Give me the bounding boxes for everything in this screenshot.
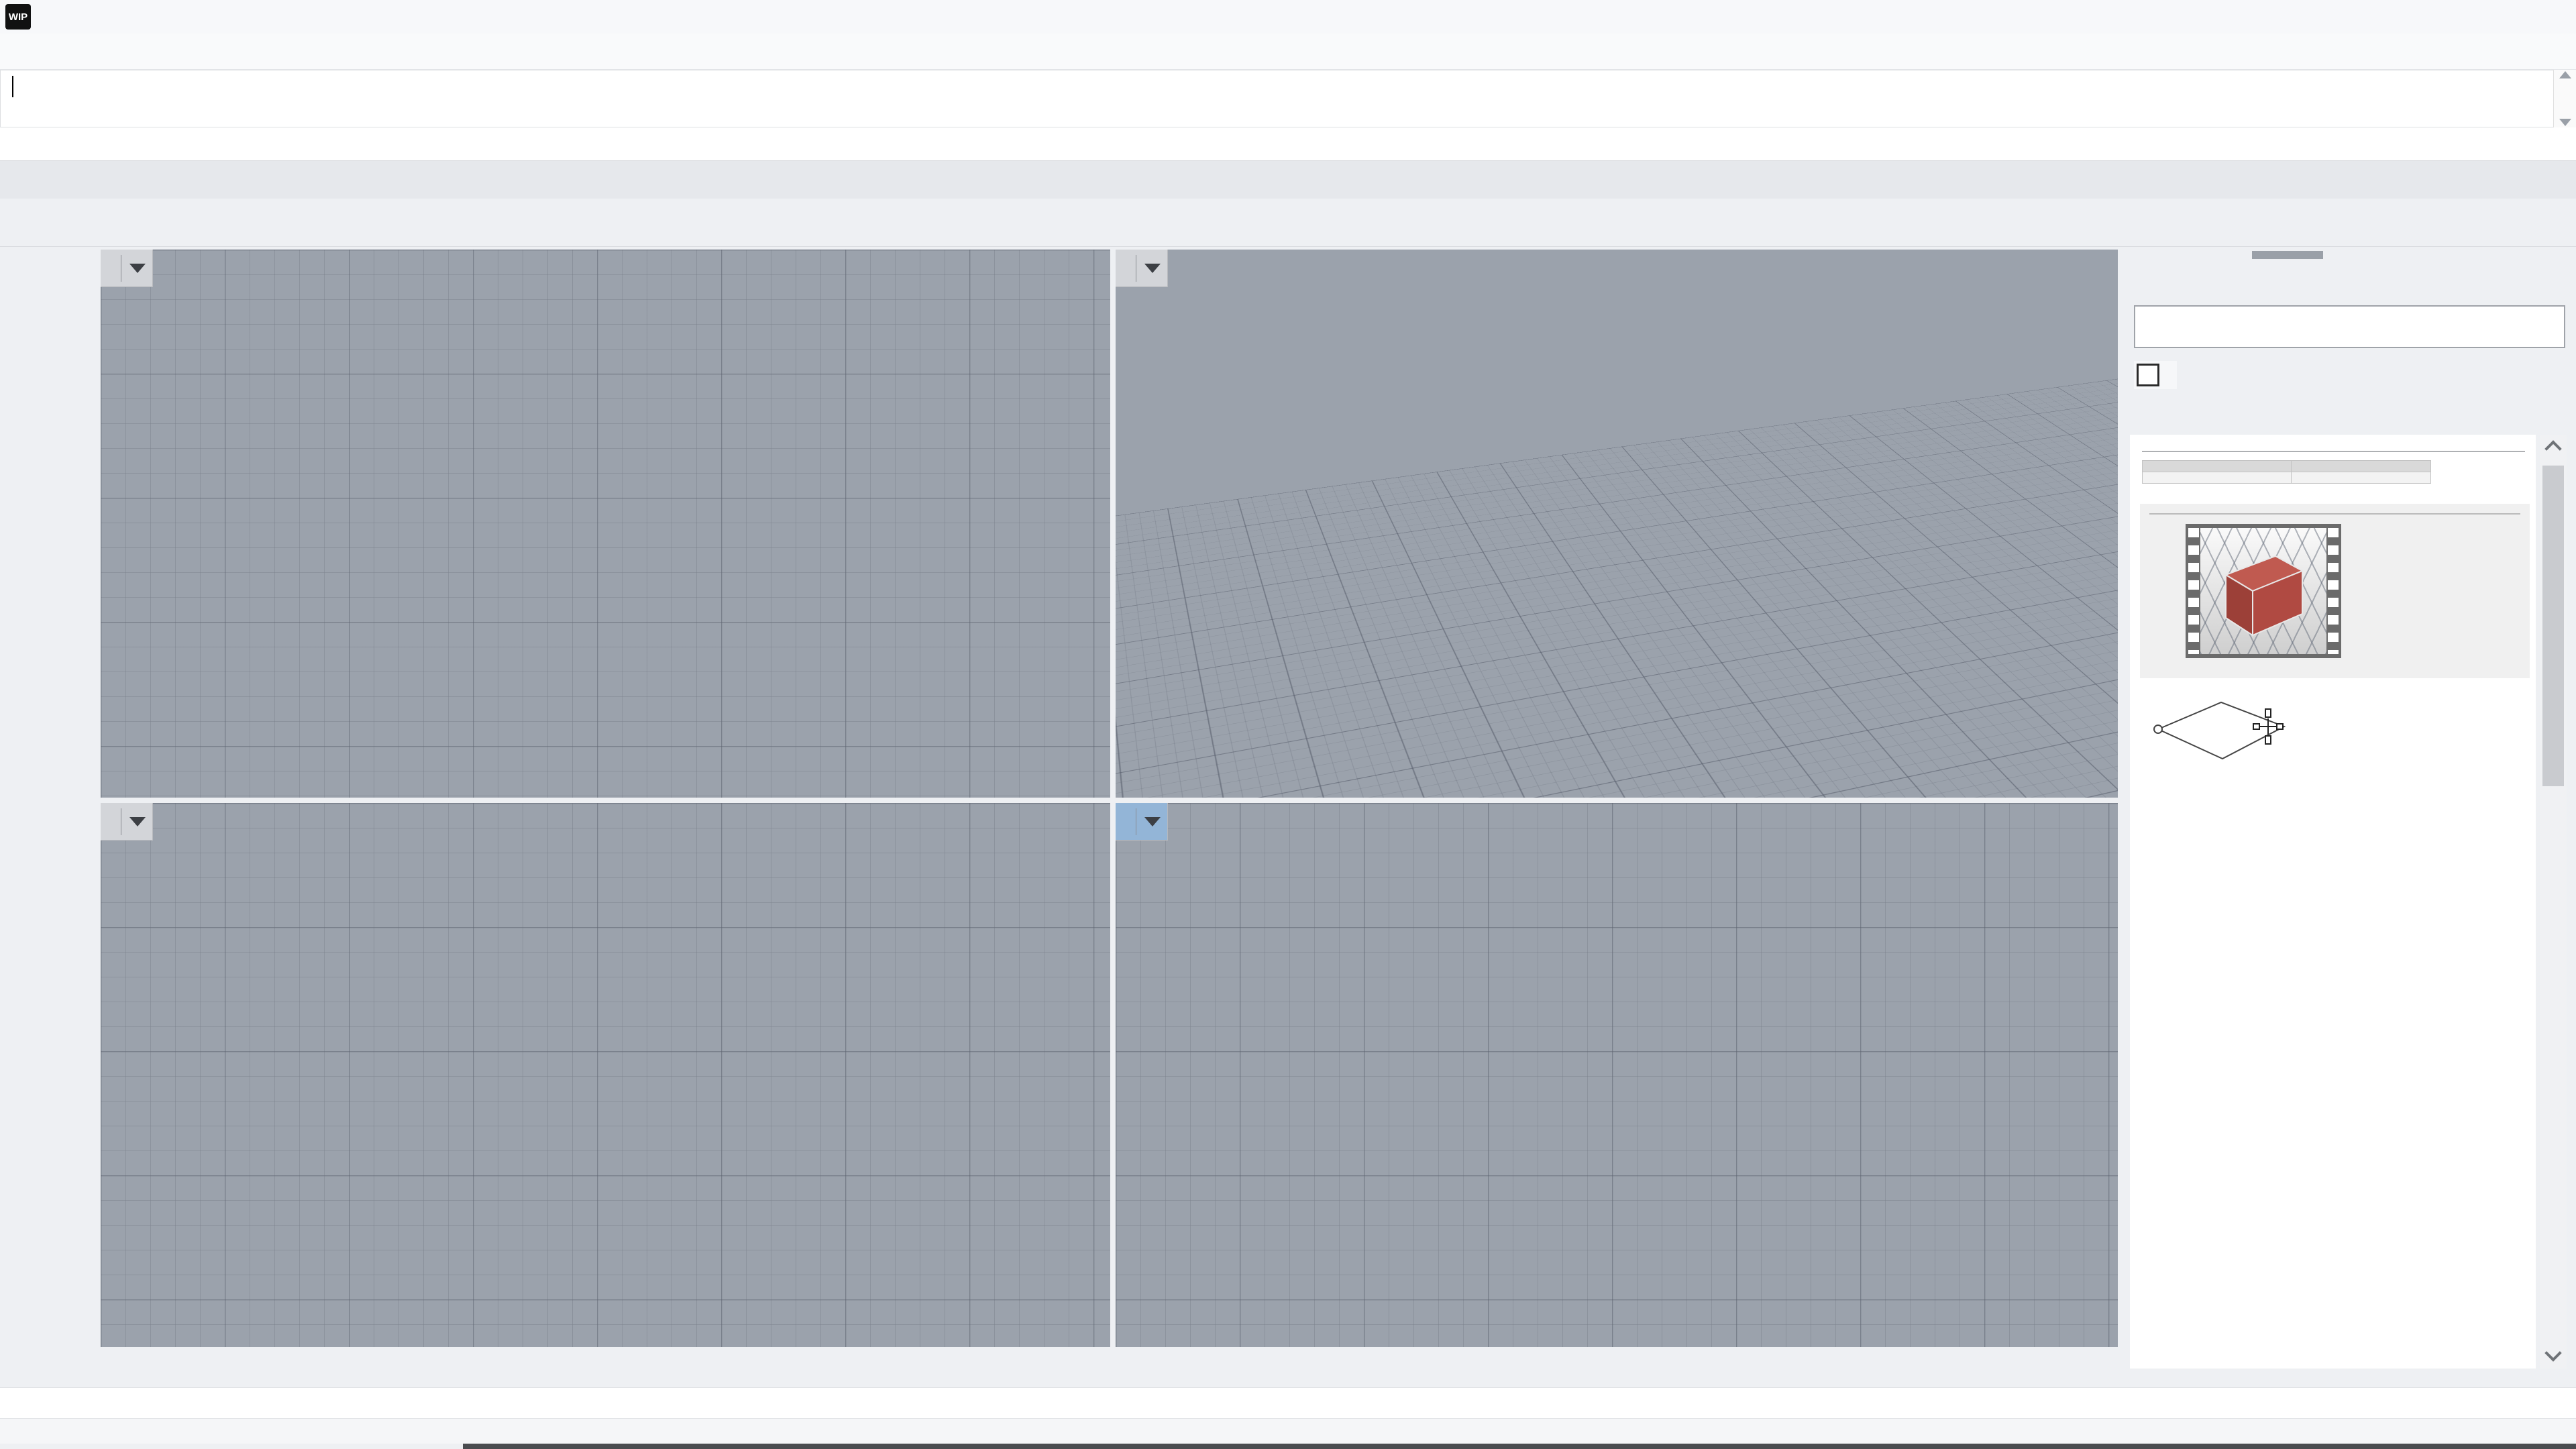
- menu-bar: [0, 34, 2576, 70]
- viewport-label-front[interactable]: [101, 803, 153, 841]
- osnap-bar: [0, 1387, 2576, 1418]
- help-search-input[interactable]: [2134, 305, 2565, 348]
- command-prompt[interactable]: [0, 127, 2576, 161]
- command-history-line: [11, 72, 2575, 99]
- steps-heading: [2149, 511, 2520, 515]
- steps-section: [2140, 504, 2530, 678]
- help-article[interactable]: [2130, 435, 2536, 1368]
- rhino-app-icon: WIP: [5, 4, 31, 30]
- viewport-top[interactable]: [101, 250, 1110, 798]
- auto-update-option[interactable]: [2134, 361, 2177, 389]
- command-history-scrollbar[interactable]: [2553, 70, 2576, 127]
- viewport-perspective[interactable]: [1116, 250, 2118, 798]
- viewport-label-perspective[interactable]: [1116, 250, 1168, 287]
- standard-toolbar: [0, 199, 2576, 247]
- auto-update-checkbox[interactable]: [2137, 364, 2159, 386]
- bottom-edge-strip: [463, 1444, 2576, 1449]
- viewport-label-top[interactable]: [101, 250, 153, 287]
- red-box-illustration: [2224, 555, 2304, 637]
- viewport-menu-caret-icon[interactable]: [1144, 263, 1161, 273]
- command-history[interactable]: [0, 70, 2576, 127]
- right-dock-panel: [2120, 247, 2576, 1387]
- table-header-toolbar: [2142, 460, 2292, 472]
- workspace: [0, 247, 2576, 1387]
- toolbar-tab-row: [0, 161, 2576, 199]
- title-bar: WIP: [0, 0, 2576, 34]
- viewport-menu-caret-icon[interactable]: [129, 816, 146, 826]
- scroll-down-icon[interactable]: [2559, 119, 2571, 126]
- rhino-application-window: WIP: [0, 0, 2576, 1449]
- text-caret: [12, 76, 13, 98]
- table-header-menu: [2291, 460, 2431, 472]
- viewport-menu-caret-icon[interactable]: [129, 263, 146, 273]
- base-rectangle-diagram: [2153, 701, 2286, 760]
- panel-drag-handle[interactable]: [2252, 251, 2323, 259]
- status-bar: [0, 1418, 2576, 1444]
- scroll-up-icon[interactable]: [2544, 440, 2562, 458]
- viewport-label-right[interactable]: [1116, 803, 1168, 841]
- scrollbar-thumb[interactable]: [2542, 466, 2564, 786]
- viewport-menu-caret-icon[interactable]: [1144, 816, 1161, 826]
- help-scrollbar[interactable]: [2540, 435, 2567, 1368]
- scroll-up-icon[interactable]: [2559, 71, 2571, 78]
- panel-tab-strip: [2121, 259, 2575, 299]
- box-demo-video-thumbnail[interactable]: [2186, 524, 2341, 658]
- scroll-down-icon[interactable]: [2544, 1344, 2562, 1362]
- command-access-table: [2142, 460, 2431, 484]
- viewport-right[interactable]: [1116, 803, 2118, 1347]
- viewport-front[interactable]: [101, 803, 1110, 1347]
